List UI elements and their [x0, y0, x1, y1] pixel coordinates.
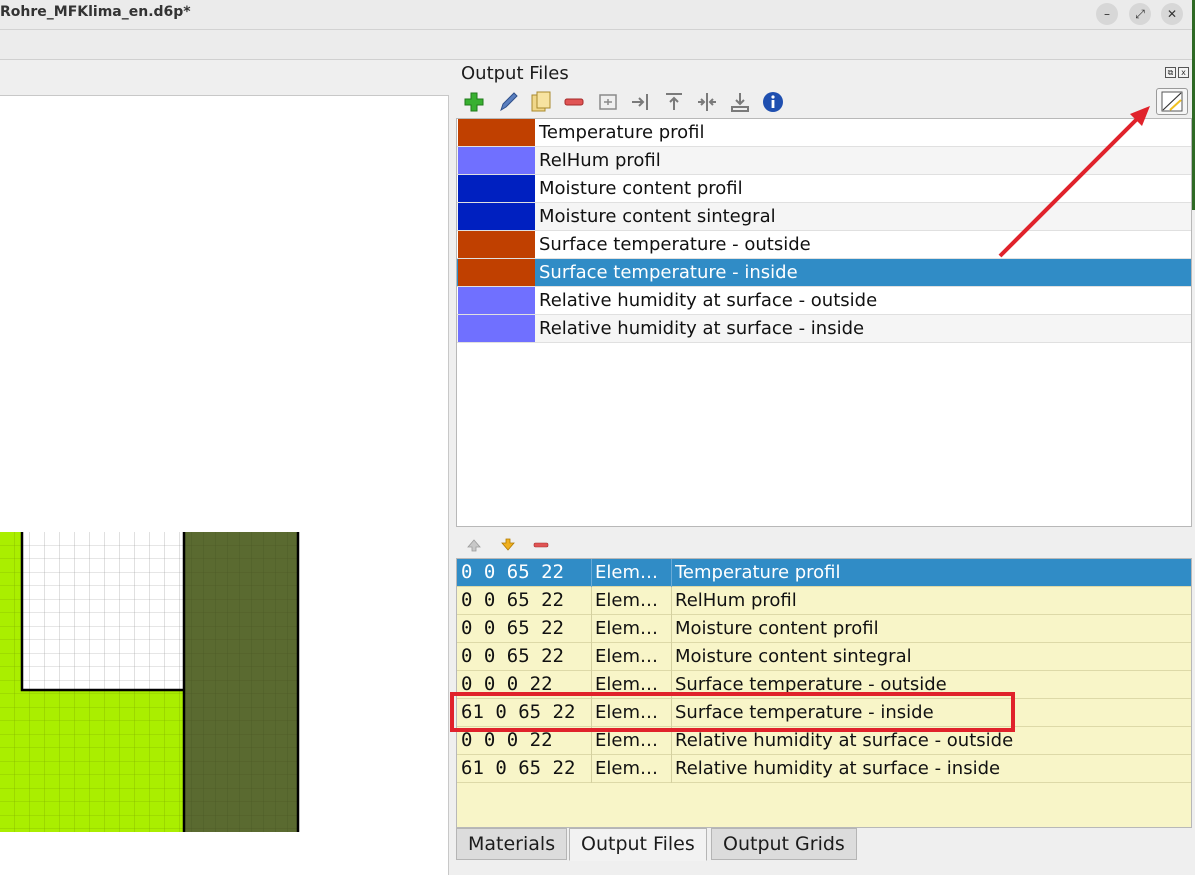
- align-top-icon[interactable]: [662, 90, 686, 114]
- construction-grid[interactable]: [0, 532, 300, 832]
- column-divider: [671, 643, 672, 671]
- assignment-type-cell: Elem…: [595, 618, 658, 639]
- assignment-index-cell: 0 0 65 22: [461, 617, 564, 639]
- assignment-index-cell: 0 0 65 22: [461, 561, 564, 583]
- column-divider: [591, 615, 592, 643]
- tab-output-files[interactable]: Output Files: [569, 828, 707, 861]
- construction-view[interactable]: [0, 95, 449, 875]
- assignment-index-cell: 0 0 65 22: [461, 645, 564, 667]
- dock-float-button[interactable]: ⧉: [1165, 67, 1176, 78]
- output-file-row[interactable]: Temperature profil: [457, 119, 1191, 147]
- tab-materials[interactable]: Materials: [456, 828, 568, 860]
- assignment-row[interactable]: 0 0 65 22 Elem… Temperature profil: [457, 559, 1191, 587]
- output-file-label: Moisture content sintegral: [539, 206, 776, 227]
- import-icon[interactable]: [728, 90, 752, 114]
- output-file-row[interactable]: Moisture content profil: [457, 175, 1191, 203]
- align-right-icon[interactable]: [629, 90, 653, 114]
- edit-icon[interactable]: [496, 90, 520, 114]
- assignment-name-cell: Temperature profil: [675, 562, 841, 583]
- output-color-swatch[interactable]: [458, 147, 535, 174]
- output-file-row[interactable]: RelHum profil: [457, 147, 1191, 175]
- window-titlebar: Rohre_MFKlima_en.d6p* – ⤢ ✕: [0, 0, 1195, 30]
- column-divider: [671, 615, 672, 643]
- output-file-label: Temperature profil: [539, 122, 705, 143]
- maximize-button[interactable]: ⤢: [1129, 3, 1151, 25]
- output-file-label: Relative humidity at surface - outside: [539, 290, 878, 311]
- output-file-row[interactable]: Surface temperature - inside: [457, 259, 1191, 287]
- annotation-highlight-box: [450, 692, 1015, 732]
- output-file-label: Relative humidity at surface - inside: [539, 318, 865, 339]
- air-region-top: [22, 532, 184, 690]
- output-color-swatch[interactable]: [458, 315, 535, 342]
- dock-close-button[interactable]: x: [1178, 67, 1189, 78]
- add-icon[interactable]: [462, 90, 486, 114]
- menu-bar: [0, 30, 1195, 60]
- output-color-swatch[interactable]: [458, 119, 535, 146]
- assignment-name-cell: RelHum profil: [675, 590, 797, 611]
- move-down-icon[interactable]: [500, 537, 516, 553]
- assignment-row[interactable]: 0 0 65 22 Elem… Moisture content sintegral: [457, 643, 1191, 671]
- column-divider: [591, 587, 592, 615]
- align-center-icon[interactable]: [695, 90, 719, 114]
- assignment-type-cell: Elem…: [595, 646, 658, 667]
- close-button[interactable]: ✕: [1161, 3, 1183, 25]
- assignment-name-cell: Moisture content profil: [675, 618, 879, 639]
- output-files-list[interactable]: Temperature profil RelHum profil Moisture …: [456, 118, 1192, 527]
- dock-title: Output Files: [461, 63, 569, 84]
- info-icon[interactable]: [761, 90, 785, 114]
- assignment-row[interactable]: 0 0 65 22 Elem… Moisture content profil: [457, 615, 1191, 643]
- output-color-swatch[interactable]: [458, 231, 535, 258]
- assignment-index-cell: 61 0 65 22: [461, 757, 576, 779]
- copy-icon[interactable]: [529, 90, 553, 114]
- output-file-label: Moisture content profil: [539, 178, 743, 199]
- assignment-row[interactable]: 0 0 65 22 Elem… RelHum profil: [457, 587, 1191, 615]
- output-file-label: Surface temperature - outside: [539, 234, 811, 255]
- column-divider: [671, 559, 672, 587]
- window-title: Rohre_MFKlima_en.d6p*: [0, 4, 191, 20]
- assignment-name-cell: Moisture content sintegral: [675, 646, 912, 667]
- output-file-label: RelHum profil: [539, 150, 661, 171]
- output-file-row[interactable]: Surface temperature - outside: [457, 231, 1191, 259]
- output-color-swatch[interactable]: [458, 259, 535, 286]
- diagram-icon: [1161, 91, 1183, 112]
- move-up-icon[interactable]: [466, 537, 482, 553]
- material-region-dark-green: [184, 532, 298, 832]
- column-divider: [671, 755, 672, 783]
- column-divider: [591, 643, 592, 671]
- output-color-swatch[interactable]: [458, 287, 535, 314]
- output-color-swatch[interactable]: [458, 203, 535, 230]
- output-file-label: Surface temperature - inside: [539, 262, 798, 283]
- column-divider: [591, 755, 592, 783]
- assignment-type-cell: Elem…: [595, 758, 658, 779]
- minimize-button[interactable]: –: [1096, 3, 1118, 25]
- diagram-toggle-button[interactable]: [1156, 88, 1188, 115]
- column-divider: [671, 587, 672, 615]
- tab-output-grids[interactable]: Output Grids: [711, 828, 857, 860]
- assignment-name-cell: Relative humidity at surface - inside: [675, 758, 1001, 779]
- assignment-type-cell: Elem…: [595, 730, 658, 751]
- assignment-row[interactable]: 61 0 65 22 Elem… Relative humidity at surf…: [457, 755, 1191, 783]
- assignment-type-cell: Elem…: [595, 562, 658, 583]
- assignment-name-cell: Relative humidity at surface - outside: [675, 730, 1014, 751]
- assignment-type-cell: Elem…: [595, 590, 658, 611]
- output-file-row[interactable]: Relative humidity at surface - outside: [457, 287, 1191, 315]
- assignment-index-cell: 0 0 65 22: [461, 589, 564, 611]
- assignment-index-cell: 0 0 0 22: [461, 729, 553, 751]
- output-file-row[interactable]: Moisture content sintegral: [457, 203, 1191, 231]
- output-color-swatch[interactable]: [458, 175, 535, 202]
- rename-icon[interactable]: [596, 90, 620, 114]
- column-divider: [591, 559, 592, 587]
- remove-icon[interactable]: [562, 90, 586, 114]
- output-file-row[interactable]: Relative humidity at surface - inside: [457, 315, 1191, 343]
- remove-assignment-icon[interactable]: [533, 537, 549, 553]
